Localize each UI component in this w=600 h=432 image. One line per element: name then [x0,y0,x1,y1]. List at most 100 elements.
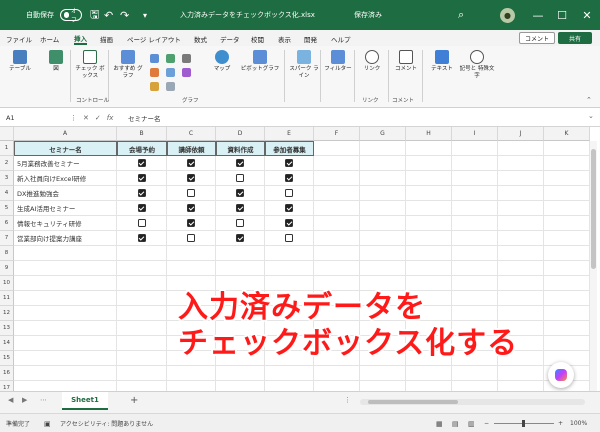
checkbox-cell-participants[interactable] [265,186,314,201]
empty-cell[interactable] [117,351,167,366]
empty-cell[interactable] [452,171,498,186]
empty-cell[interactable] [498,186,544,201]
empty-cell[interactable] [14,336,117,351]
scatter-chart-icon[interactable] [182,68,191,77]
empty-cell[interactable] [498,381,544,391]
empty-cell[interactable] [117,306,167,321]
checkbox-button[interactable]: チェック ボックス [74,50,106,80]
checkbox-cell-lecturer[interactable] [167,171,216,186]
row-header[interactable]: 9 [0,261,14,276]
empty-cell[interactable] [452,261,498,276]
empty-cell[interactable] [406,171,452,186]
empty-cell[interactable] [452,156,498,171]
row-header[interactable]: 8 [0,246,14,261]
zoom-level[interactable]: 100% [570,414,587,432]
empty-cell[interactable] [360,231,406,246]
checkbox-cell-participants[interactable] [265,201,314,216]
empty-cell[interactable] [544,201,590,216]
header-cell-venue[interactable]: 会場予約 [117,141,167,156]
header-cell-lecturer[interactable]: 講師依頼 [167,141,216,156]
empty-cell[interactable] [406,156,452,171]
line-chart-icon[interactable] [150,68,159,77]
checked-checkbox[interactable] [285,219,293,227]
unchecked-checkbox[interactable] [285,234,293,242]
minimize-icon[interactable]: — [526,0,550,30]
empty-cell[interactable] [406,141,452,156]
empty-cell[interactable] [452,381,498,391]
sheet-tab-sheet1[interactable]: Sheet1 [62,392,108,410]
empty-cell[interactable] [452,216,498,231]
recommended-charts-button[interactable]: おすすめ グラフ [112,50,144,80]
tab-view[interactable]: 表示 [278,32,291,45]
empty-cell[interactable] [117,291,167,306]
empty-cell[interactable] [544,171,590,186]
table-button[interactable]: テーブル [4,50,36,73]
empty-cell[interactable] [360,366,406,381]
tab-file[interactable]: ファイル [6,32,32,45]
empty-cell[interactable] [498,231,544,246]
tab-page-layout[interactable]: ページ レイアウト [127,32,181,45]
row-header[interactable]: 7 [0,231,14,246]
close-icon[interactable]: ✕ [575,0,599,30]
checked-checkbox[interactable] [187,174,195,182]
select-all-corner[interactable] [0,127,14,141]
empty-cell[interactable] [498,261,544,276]
zoom-in-icon[interactable]: + [558,414,563,432]
checkbox-cell-venue[interactable] [117,156,167,171]
empty-cell[interactable] [498,276,544,291]
empty-cell[interactable] [117,276,167,291]
empty-cell[interactable] [498,141,544,156]
checked-checkbox[interactable] [285,174,293,182]
checkbox-cell-lecturer[interactable] [167,201,216,216]
empty-cell[interactable] [498,171,544,186]
checkbox-cell-venue[interactable] [117,186,167,201]
checked-checkbox[interactable] [236,234,244,242]
empty-cell[interactable] [544,321,590,336]
empty-cell[interactable] [452,141,498,156]
empty-cell[interactable] [544,156,590,171]
empty-cell[interactable] [406,246,452,261]
checked-checkbox[interactable] [137,174,146,182]
tab-home[interactable]: ホーム [40,32,59,45]
redo-icon[interactable]: ↷ [120,0,129,30]
next-sheet-icon[interactable]: ▶ [22,396,27,404]
row-header[interactable]: 6 [0,216,14,231]
sheetbar-splitter-icon[interactable]: ⋮ [344,396,351,404]
checkbox-cell-materials[interactable] [216,201,265,216]
empty-cell[interactable] [314,216,360,231]
seminar-name-cell[interactable]: 5月業務改善セミナー [14,156,117,171]
unchecked-checkbox[interactable] [187,189,195,197]
empty-cell[interactable] [314,141,360,156]
accessibility-status[interactable]: アクセシビリティ: 問題ありません [60,414,153,432]
empty-cell[interactable] [406,216,452,231]
empty-cell[interactable] [117,261,167,276]
empty-cell[interactable] [14,246,117,261]
empty-cell[interactable] [14,351,117,366]
empty-cell[interactable] [452,276,498,291]
seminar-name-cell[interactable]: DX推進勉強会 [14,186,117,201]
name-box[interactable]: A1 [6,111,66,124]
zoom-out-icon[interactable]: − [484,414,489,432]
checked-checkbox[interactable] [236,189,244,197]
checkbox-cell-venue[interactable] [117,216,167,231]
unchecked-checkbox[interactable] [285,189,293,197]
column-header-h[interactable]: H [406,127,452,141]
checked-checkbox[interactable] [137,159,146,167]
column-header-c[interactable]: C [167,127,216,141]
row-header[interactable]: 14 [0,336,14,351]
empty-cell[interactable] [314,246,360,261]
row-header[interactable]: 4 [0,186,14,201]
empty-cell[interactable] [498,216,544,231]
header-cell-participants[interactable]: 参加者募集 [265,141,314,156]
undo-icon[interactable]: ↶ [104,0,113,30]
empty-cell[interactable] [544,261,590,276]
checkbox-cell-lecturer[interactable] [167,156,216,171]
empty-cell[interactable] [314,231,360,246]
horizontal-scrollbar[interactable] [360,399,585,405]
tab-developer[interactable]: 開発 [304,32,317,45]
zoom-slider-handle[interactable] [522,420,525,427]
filters-button[interactable]: フィルター [322,50,354,73]
empty-cell[interactable] [498,366,544,381]
combo-chart-icon[interactable] [166,82,175,91]
row-header[interactable]: 5 [0,201,14,216]
